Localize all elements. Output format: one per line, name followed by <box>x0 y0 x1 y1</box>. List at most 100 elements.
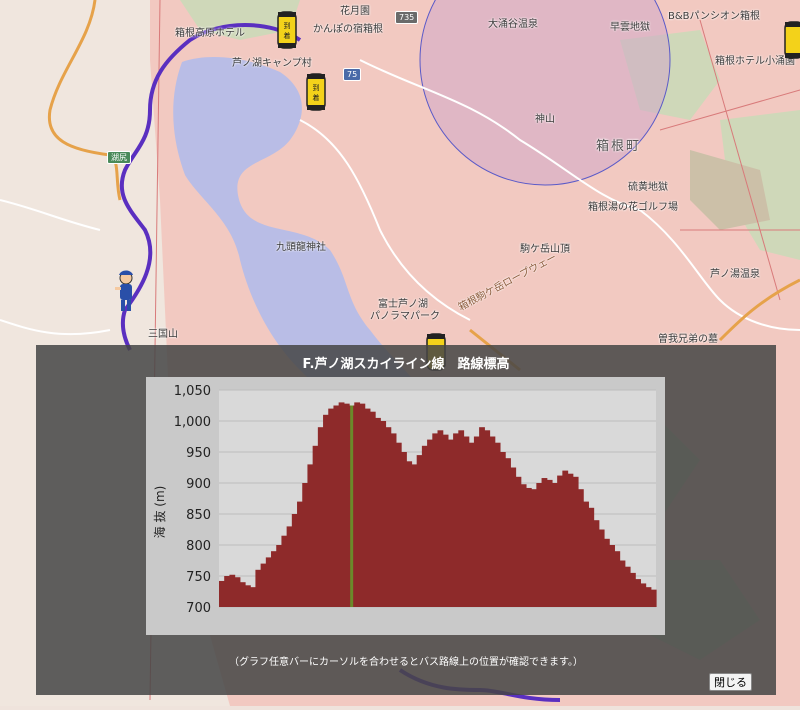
elevation-chart[interactable]: 700 750 800 850 900 950 1,000 1,050 海 抜 (m) <box>146 377 665 635</box>
chart-bar[interactable] <box>520 484 527 607</box>
chart-bar[interactable] <box>432 433 439 607</box>
chart-bar[interactable] <box>609 545 615 607</box>
street-view-person-icon[interactable] <box>113 270 139 314</box>
chart-bar[interactable] <box>536 483 543 607</box>
chart-bar[interactable] <box>291 514 298 607</box>
chart-bar[interactable] <box>473 436 480 608</box>
chart-bar[interactable] <box>265 557 272 607</box>
chart-bar[interactable] <box>489 436 496 608</box>
chart-bar[interactable] <box>515 476 522 607</box>
chart-bar[interactable] <box>401 452 407 607</box>
chart-bar[interactable] <box>229 574 236 607</box>
chart-bar[interactable] <box>224 576 230 607</box>
chart-bar[interactable] <box>234 577 241 607</box>
chart-bar[interactable] <box>271 551 277 607</box>
map-label-soga-kyodai: 曽我兄弟の墓 <box>658 334 718 345</box>
chart-bar[interactable] <box>219 580 225 607</box>
chart-bar[interactable] <box>567 473 574 607</box>
chart-bar[interactable] <box>333 405 340 608</box>
chart-bar[interactable] <box>307 464 314 607</box>
chart-bar[interactable] <box>297 501 303 607</box>
chart-bar[interactable] <box>562 470 569 607</box>
chart-bar[interactable] <box>551 483 558 607</box>
chart-bar[interactable] <box>593 520 600 607</box>
close-button[interactable]: 閉じる <box>709 673 752 691</box>
chart-bar[interactable] <box>531 489 537 607</box>
chart-y-tick-label: 750 <box>186 570 211 585</box>
elevation-chart-svg[interactable]: 700 750 800 850 900 950 1,000 1,050 海 抜 (m) <box>146 377 665 635</box>
chart-bar[interactable] <box>640 583 647 607</box>
chart-bar[interactable] <box>577 489 584 607</box>
chart-bar[interactable] <box>375 417 381 607</box>
chart-bar[interactable] <box>541 478 548 607</box>
chart-bar[interactable] <box>588 507 595 607</box>
chart-bar[interactable] <box>255 569 262 607</box>
chart-bar[interactable] <box>505 458 511 607</box>
chart-bar[interactable] <box>525 487 532 607</box>
chart-bar[interactable] <box>645 587 652 607</box>
map-label-kuzuryu: 九頭龍神社 <box>276 242 326 253</box>
chart-y-tick-label: 1,050 <box>174 384 211 399</box>
chart-bar[interactable] <box>302 483 309 607</box>
bus-stop-lantern-icon[interactable]: 到 着 <box>305 72 327 112</box>
chart-bar[interactable] <box>463 436 470 608</box>
elevation-panel: F.芦ノ湖スカイライン線 路線標高 700 750 800 850 900 950 1,00… <box>36 345 776 695</box>
bus-stop-lantern-icon[interactable] <box>783 20 800 60</box>
chart-bar[interactable] <box>479 427 485 607</box>
chart-bar[interactable] <box>484 430 491 607</box>
chart-bar[interactable] <box>546 479 553 607</box>
chart-bar[interactable] <box>572 476 579 607</box>
chart-bar[interactable] <box>395 442 402 607</box>
chart-bar[interactable] <box>510 467 517 608</box>
chart-bar[interactable] <box>442 434 449 607</box>
map-label-hakone-golf: 箱根湯の花ゴルフ場 <box>588 202 678 213</box>
chart-bar[interactable] <box>557 475 563 607</box>
chart-bar[interactable] <box>499 452 506 607</box>
chart-bar[interactable] <box>624 566 631 607</box>
chart-bar[interactable] <box>385 427 392 607</box>
chart-bar[interactable] <box>312 445 319 607</box>
chart-bar[interactable] <box>338 402 345 607</box>
chart-bar[interactable] <box>629 572 636 607</box>
panel-hint-text: （グラフ任意バーにカーソルを合わせるとバス路線上の位置が確認できます。） <box>229 657 583 668</box>
chart-bar[interactable] <box>354 402 361 607</box>
map-label-kanpo-yado: かんぽの宿箱根 <box>313 24 383 35</box>
chart-bar[interactable] <box>343 403 350 607</box>
chart-bar[interactable] <box>380 421 387 607</box>
chart-bar[interactable] <box>286 526 293 607</box>
chart-bar[interactable] <box>458 430 465 607</box>
chart-bar[interactable] <box>603 538 610 607</box>
chart-bar[interactable] <box>453 433 459 607</box>
chart-bar[interactable] <box>614 551 621 607</box>
chart-bar[interactable] <box>583 501 589 607</box>
chart-bar[interactable] <box>598 529 605 608</box>
chart-bar[interactable] <box>359 403 366 607</box>
chart-bar[interactable] <box>406 461 413 607</box>
chart-bar[interactable] <box>468 442 475 607</box>
chart-bar[interactable] <box>281 535 288 607</box>
chart-bar[interactable] <box>245 585 251 607</box>
chart-bar[interactable] <box>364 408 371 607</box>
chart-y-ticks: 700 750 800 850 900 950 1,000 1,050 <box>174 384 211 616</box>
chart-bar[interactable] <box>411 464 418 607</box>
chart-bar[interactable] <box>437 430 444 607</box>
chart-bar[interactable] <box>239 582 246 607</box>
chart-bar[interactable] <box>650 589 657 607</box>
chart-bar[interactable] <box>447 439 454 607</box>
bus-stop-lantern-icon[interactable]: 到 着 <box>276 10 298 50</box>
chart-bar[interactable] <box>250 587 257 607</box>
chart-bar[interactable] <box>427 439 433 607</box>
chart-bar[interactable] <box>416 455 423 607</box>
chart-bar[interactable] <box>276 545 283 607</box>
map-label-bnb: B&Bパンシオン箱根 <box>668 11 761 22</box>
chart-bar[interactable] <box>369 411 376 607</box>
chart-bar[interactable] <box>390 433 397 607</box>
chart-bar[interactable] <box>317 427 324 607</box>
chart-bar[interactable] <box>328 408 335 607</box>
chart-bar[interactable] <box>619 560 626 608</box>
chart-bar[interactable] <box>260 563 267 607</box>
chart-bar[interactable] <box>421 445 428 607</box>
chart-bar[interactable] <box>494 442 501 607</box>
chart-bar[interactable] <box>635 579 641 607</box>
chart-bar[interactable] <box>323 414 329 607</box>
